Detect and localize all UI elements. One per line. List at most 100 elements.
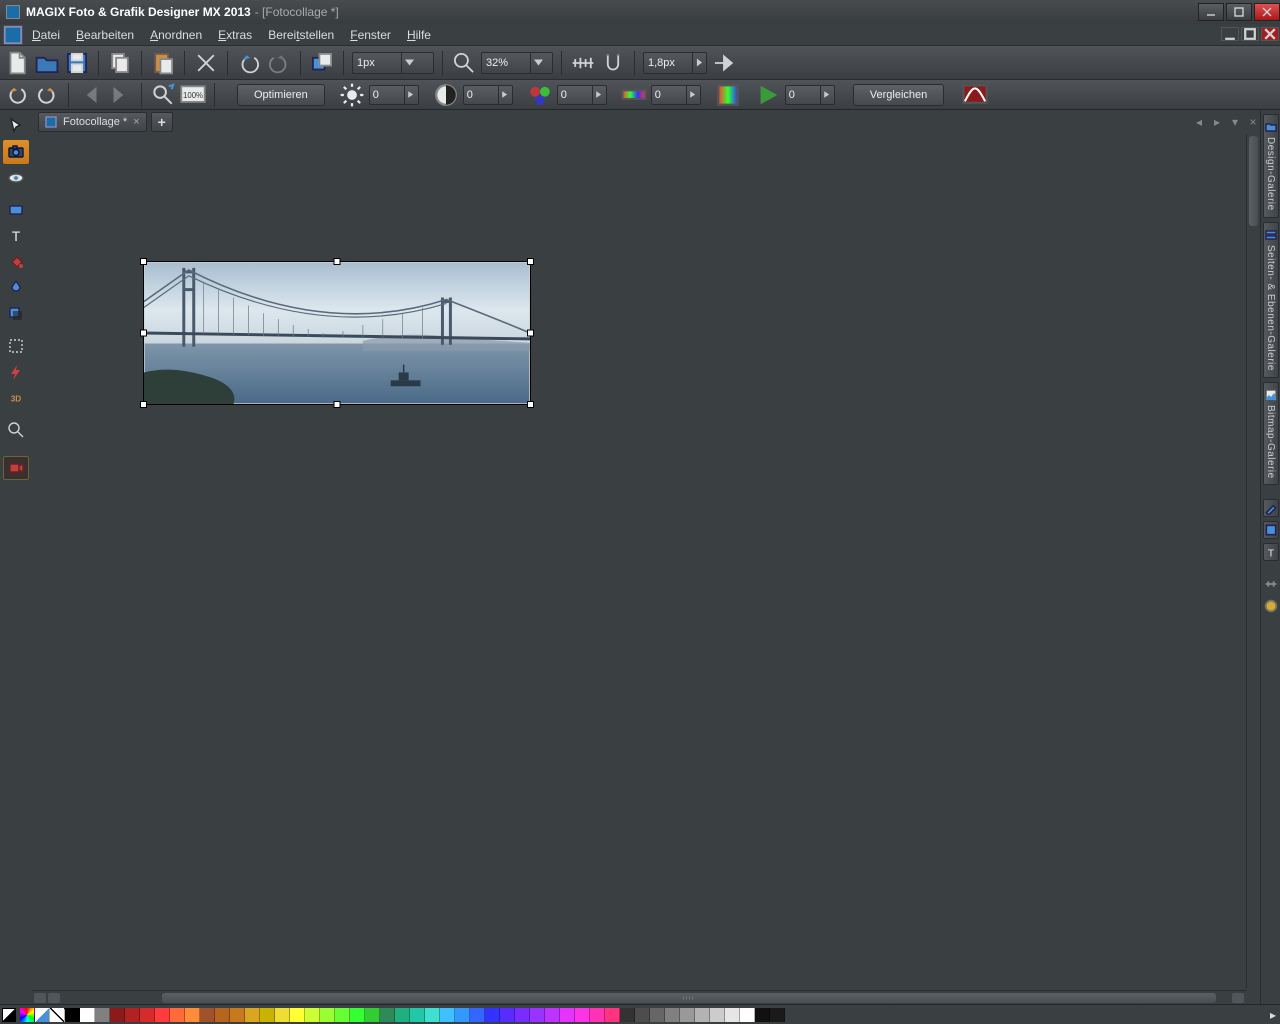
record-tool[interactable] — [3, 456, 29, 480]
resize-handle-br[interactable] — [527, 401, 534, 408]
save-file-icon[interactable] — [64, 50, 90, 76]
color-swatch[interactable] — [740, 1008, 755, 1022]
transparency-tool[interactable] — [3, 276, 29, 300]
color-swatch[interactable] — [365, 1008, 380, 1022]
zoom-combo[interactable] — [481, 52, 553, 74]
color-swatch[interactable] — [755, 1008, 770, 1022]
selected-object[interactable] — [143, 261, 531, 405]
color-swatch[interactable] — [560, 1008, 575, 1022]
rectangle-tool[interactable] — [3, 198, 29, 222]
color-swatch[interactable] — [695, 1008, 710, 1022]
line-width-input[interactable] — [353, 57, 401, 69]
color-swatch[interactable] — [380, 1008, 395, 1022]
zoom-tool[interactable] — [3, 418, 29, 442]
color-swatch[interactable] — [245, 1008, 260, 1022]
flash-tool[interactable] — [3, 360, 29, 384]
tab-next-icon[interactable]: ▸ — [1210, 115, 1224, 129]
color-swatch[interactable] — [305, 1008, 320, 1022]
color-swatch[interactable] — [470, 1008, 485, 1022]
color-swatch-none[interactable] — [50, 1008, 65, 1022]
line-width-combo[interactable] — [352, 52, 434, 74]
menu-anordnen[interactable]: Anordnen — [142, 24, 210, 45]
tab-close-all-icon[interactable]: × — [1246, 115, 1260, 129]
color-swatch[interactable] — [155, 1008, 170, 1022]
color-swatch[interactable] — [65, 1008, 80, 1022]
scrollbar-thumb[interactable] — [162, 993, 1216, 1003]
menu-app-icon[interactable] — [2, 24, 24, 45]
color-swatch[interactable] — [575, 1008, 590, 1022]
fx-field[interactable] — [785, 85, 835, 105]
dock-tool-2[interactable] — [1263, 521, 1279, 539]
color-swatch[interactable] — [95, 1008, 110, 1022]
selector-tool[interactable] — [3, 114, 29, 138]
scroll-right-icon[interactable] — [1232, 993, 1244, 1003]
color-swatch[interactable] — [125, 1008, 140, 1022]
color-swatch-rainbow[interactable] — [20, 1008, 35, 1022]
mdi-minimize-button[interactable] — [1221, 27, 1239, 41]
maximize-button[interactable] — [1226, 3, 1252, 21]
layers-gallery-tab[interactable]: Seiten- & Ebenen-Galerie — [1263, 222, 1279, 378]
scroll-left-icon[interactable] — [34, 993, 46, 1003]
bitmap-gallery-tab[interactable]: Bitmap-Galerie — [1263, 382, 1279, 486]
tab-menu-icon[interactable]: ▾ — [1228, 115, 1242, 129]
color-swatch[interactable] — [140, 1008, 155, 1022]
color-swatch[interactable] — [680, 1008, 695, 1022]
color-swatch[interactable] — [410, 1008, 425, 1022]
menu-hilfe[interactable]: Hilfe — [399, 24, 439, 45]
text-tool[interactable]: T — [3, 224, 29, 248]
color-swatch[interactable] — [590, 1008, 605, 1022]
color-swatch[interactable] — [185, 1008, 200, 1022]
compare-button[interactable]: Vergleichen — [853, 84, 945, 106]
resize-handle-tc[interactable] — [334, 258, 341, 265]
color-swatch[interactable] — [335, 1008, 350, 1022]
redo-icon[interactable] — [266, 50, 292, 76]
fill-tool[interactable] — [3, 250, 29, 274]
zoom-input[interactable] — [482, 57, 530, 69]
minimize-button[interactable] — [1198, 3, 1224, 21]
color-swatch[interactable] — [455, 1008, 470, 1022]
color-swatch[interactable] — [665, 1008, 680, 1022]
redo-small-icon[interactable] — [34, 82, 60, 108]
chevron-right-icon[interactable] — [692, 53, 706, 73]
resize-handle-mr[interactable] — [527, 330, 534, 337]
color-swatch[interactable] — [230, 1008, 245, 1022]
vertical-scrollbar[interactable] — [1246, 134, 1260, 988]
color-swatch[interactable] — [485, 1008, 500, 1022]
paste-icon[interactable] — [150, 50, 176, 76]
open-file-icon[interactable] — [34, 50, 60, 76]
dock-tool-5[interactable] — [1263, 597, 1279, 615]
menu-extras[interactable]: Extras — [210, 24, 260, 45]
color-swatch[interactable] — [620, 1008, 635, 1022]
color-swatch[interactable] — [530, 1008, 545, 1022]
action-arrow-icon[interactable] — [711, 50, 737, 76]
levels-icon[interactable] — [715, 82, 741, 108]
zoom-100-icon[interactable]: 100% — [180, 82, 206, 108]
color-swatch[interactable] — [725, 1008, 740, 1022]
history-end-icon[interactable] — [107, 82, 133, 108]
tab-prev-icon[interactable]: ◂ — [1192, 115, 1206, 129]
menu-datei[interactable]: Datei — [24, 24, 68, 45]
color-swatch[interactable] — [515, 1008, 530, 1022]
resize-handle-ml[interactable] — [140, 330, 147, 337]
dock-tool-4[interactable] — [1263, 575, 1279, 593]
document-tab[interactable]: Fotocollage * × — [38, 112, 147, 132]
horizontal-scrollbar[interactable] — [32, 990, 1246, 1004]
color-swatch[interactable] — [215, 1008, 230, 1022]
dock-tool-1[interactable] — [1263, 499, 1279, 517]
color-swatch-edit[interactable] — [35, 1008, 50, 1022]
palette-more-icon[interactable]: ▸ — [1266, 1008, 1280, 1022]
menu-fenster[interactable]: Fenster — [342, 24, 399, 45]
saturation-field[interactable] — [557, 85, 607, 105]
scrollbar-thumb[interactable] — [1249, 136, 1258, 226]
chevron-down-icon[interactable] — [401, 53, 417, 73]
color-swatch[interactable] — [545, 1008, 560, 1022]
menu-bearbeiten[interactable]: Bearbeiten — [68, 24, 142, 45]
color-swatch[interactable] — [350, 1008, 365, 1022]
color-swatch[interactable] — [650, 1008, 665, 1022]
menu-bereitstellen[interactable]: Bereitstellen — [260, 24, 342, 45]
chevron-down-icon[interactable] — [530, 53, 546, 73]
canvas[interactable] — [32, 134, 1260, 1004]
photo-tool[interactable] — [3, 140, 29, 164]
resize-handle-bl[interactable] — [140, 401, 147, 408]
copy-icon[interactable] — [107, 50, 133, 76]
